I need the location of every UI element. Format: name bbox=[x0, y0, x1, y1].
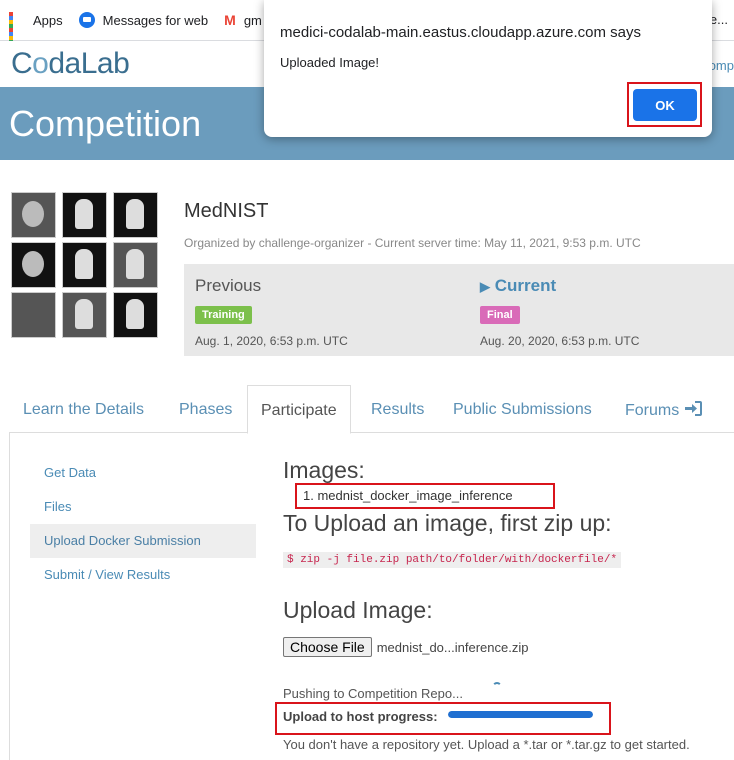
to-upload-heading: To Upload an image, first zip up: bbox=[283, 510, 612, 536]
zip-command: $ zip -j file.zip path/to/folder/with/do… bbox=[283, 552, 622, 568]
play-icon: ▶ bbox=[480, 279, 490, 294]
phase-label: Previous bbox=[195, 276, 262, 295]
tab-label: Forums bbox=[625, 402, 680, 419]
highlight-box bbox=[275, 702, 611, 735]
tab-learn-the-details[interactable]: Learn the Details bbox=[23, 385, 144, 433]
participate-side-menu: Get Data Files Upload Docker Submission … bbox=[30, 456, 256, 592]
bookmark-messages[interactable]: Messages for web bbox=[78, 12, 209, 28]
phase-previous: Previous Training Aug. 1, 2020, 6:53 p.m… bbox=[195, 276, 348, 348]
logo-text: o bbox=[32, 47, 49, 80]
tab-label: Results bbox=[371, 401, 425, 418]
header-nav-link[interactable]: omp bbox=[709, 58, 734, 73]
codalab-logo[interactable]: CodaLab bbox=[11, 47, 130, 81]
no-repository-message: You don't have a repository yet. Upload … bbox=[283, 737, 690, 752]
dialog-title: medici-codalab-main.eastus.cloudapp.azur… bbox=[280, 24, 642, 41]
side-item-files[interactable]: Files bbox=[30, 490, 256, 524]
tab-forums[interactable]: Forums bbox=[625, 385, 702, 433]
tab-label: Public Submissions bbox=[453, 401, 592, 418]
side-item-get-data[interactable]: Get Data bbox=[30, 456, 256, 490]
dialog-message: Uploaded Image! bbox=[280, 55, 380, 70]
highlight-box bbox=[627, 82, 702, 127]
logo-text: daLab bbox=[48, 47, 130, 80]
bookmark-gmail[interactable]: M gm bbox=[224, 12, 262, 28]
phase-label: Current bbox=[494, 276, 557, 295]
bookmark-label: gm bbox=[243, 12, 262, 28]
side-item-upload-docker-submission[interactable]: Upload Docker Submission bbox=[30, 524, 256, 558]
competition-name: MedNIST bbox=[184, 200, 269, 222]
tab-participate[interactable]: Participate bbox=[247, 385, 351, 434]
tab-results[interactable]: Results bbox=[371, 385, 424, 433]
bookmark-label: Apps bbox=[33, 12, 63, 28]
gmail-icon: M bbox=[224, 12, 236, 28]
tab-label: Learn the Details bbox=[23, 401, 144, 418]
pushing-status: Pushing to Competition Repo... bbox=[283, 686, 463, 701]
competition-organizer: Organized by challenge-organizer - Curre… bbox=[184, 236, 641, 250]
tab-label: Phases bbox=[179, 401, 233, 418]
messages-icon bbox=[78, 12, 95, 28]
highlight-box bbox=[295, 483, 555, 509]
spinner-icon bbox=[492, 682, 502, 692]
competition-logo bbox=[10, 191, 158, 339]
phase-badge: Final bbox=[480, 306, 520, 324]
phase-badge: Training bbox=[195, 306, 252, 324]
side-item-submit-view-results[interactable]: Submit / View Results bbox=[30, 558, 256, 592]
selected-file-name: mednist_do...inference.zip bbox=[376, 639, 529, 655]
choose-file-button[interactable]: Choose File bbox=[283, 637, 372, 657]
phase-date: Aug. 1, 2020, 6:53 p.m. UTC bbox=[195, 334, 348, 348]
tab-label: Participate bbox=[261, 402, 337, 419]
logo-text: C bbox=[11, 47, 33, 80]
sign-in-icon bbox=[684, 401, 702, 416]
phase-panel: Previous Training Aug. 1, 2020, 6:53 p.m… bbox=[184, 264, 734, 356]
phase-date: Aug. 20, 2020, 6:53 p.m. UTC bbox=[480, 334, 640, 348]
page-title: Competition bbox=[9, 103, 202, 144]
bookmark-label: Messages for web bbox=[102, 12, 209, 28]
tab-phases[interactable]: Phases bbox=[179, 385, 232, 433]
upload-image-heading: Upload Image: bbox=[283, 597, 433, 623]
apps-grid-icon bbox=[9, 12, 25, 48]
phase-current: ▶ Current Final Aug. 20, 2020, 6:53 p.m.… bbox=[480, 276, 639, 348]
bookmark-apps[interactable]: Apps bbox=[9, 12, 63, 48]
bookmark-overflow[interactable]: e... bbox=[710, 12, 728, 27]
content-divider bbox=[9, 433, 10, 760]
file-input: Choose File mednist_do...inference.zip bbox=[283, 637, 528, 657]
tab-public-submissions[interactable]: Public Submissions bbox=[453, 385, 592, 433]
images-heading: Images: bbox=[283, 457, 365, 483]
tab-bar: Learn the Details Phases Participate Res… bbox=[9, 385, 734, 434]
